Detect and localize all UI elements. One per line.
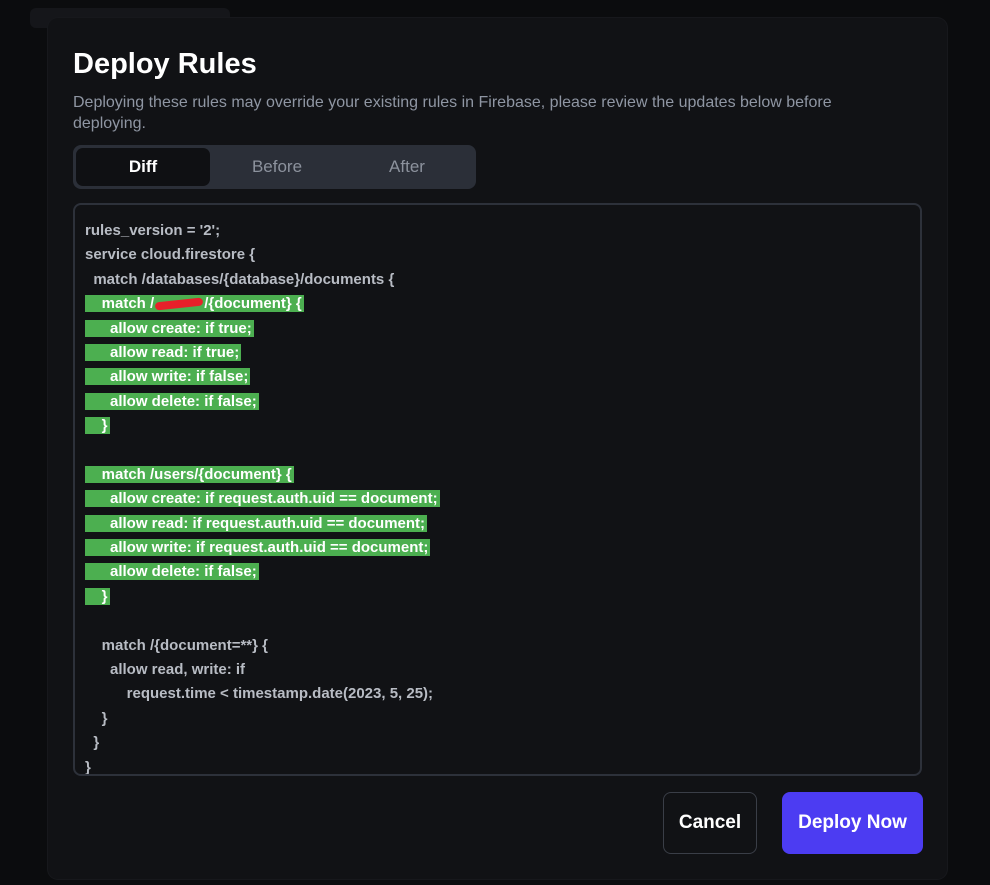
added-highlight: allow delete: if false; [85, 563, 259, 581]
deploy-rules-dialog: Deploy Rules Deploying these rules may o… [48, 18, 947, 879]
added-highlight: match /users/{document} { [85, 465, 294, 483]
code-line: } [85, 709, 108, 727]
code-line-added: } [85, 414, 440, 438]
added-highlight: match //{document} { [85, 295, 304, 313]
code-line: } [85, 734, 100, 752]
code-line-added: allow write: if false; [85, 365, 440, 389]
dialog-title: Deploy Rules [73, 48, 257, 80]
tab-diff[interactable]: Diff [76, 148, 210, 186]
added-highlight: allow create: if request.auth.uid == doc… [85, 490, 440, 508]
added-highlight: allow read: if request.auth.uid == docum… [85, 514, 428, 532]
added-highlight: allow write: if false; [85, 368, 251, 386]
code-line-added: allow write: if request.auth.uid == docu… [85, 536, 440, 560]
added-highlight: allow create: if true; [85, 319, 254, 337]
tab-after[interactable]: After [340, 148, 474, 186]
code-line-added: allow delete: if false; [85, 390, 440, 414]
code-line: match /databases/{database}/documents { [85, 270, 395, 288]
code-line: service cloud.firestore { [85, 246, 256, 264]
code-line-added: allow create: if true; [85, 317, 440, 341]
added-highlight: allow delete: if false; [85, 392, 259, 410]
code-line-added: allow create: if request.auth.uid == doc… [85, 487, 440, 511]
code-line-added: allow delete: if false; [85, 560, 440, 584]
code-line: allow read, write: if [85, 661, 246, 679]
code-line-added: } [85, 585, 440, 609]
added-highlight: } [85, 417, 110, 435]
redaction-mark [154, 297, 204, 311]
code-line: rules_version = '2'; [85, 222, 221, 239]
view-tabs: Diff Before After [73, 145, 476, 189]
code-line: } [85, 758, 91, 776]
added-highlight: } [85, 587, 110, 605]
dialog-subtitle: Deploying these rules may override your … [73, 94, 832, 132]
cancel-button[interactable]: Cancel [663, 792, 757, 854]
tab-before[interactable]: Before [210, 148, 344, 186]
rules-diff-editor[interactable]: rules_version = '2'; service cloud.firest… [73, 203, 922, 776]
code-line-added: match /users/{document} { [85, 463, 440, 487]
code-line: match /{document=**} { [85, 636, 268, 654]
added-highlight: allow read: if true; [85, 343, 242, 361]
code-block: rules_version = '2'; service cloud.firest… [85, 219, 440, 776]
code-line-added: allow read: if true; [85, 341, 440, 365]
code-line-added: match //{document} { [85, 292, 440, 316]
added-highlight: allow write: if request.auth.uid == docu… [85, 539, 431, 557]
deploy-now-button[interactable]: Deploy Now [782, 792, 923, 854]
code-line-added: allow read: if request.auth.uid == docum… [85, 512, 440, 536]
code-line: request.time < timestamp.date(2023, 5, 2… [85, 685, 434, 703]
